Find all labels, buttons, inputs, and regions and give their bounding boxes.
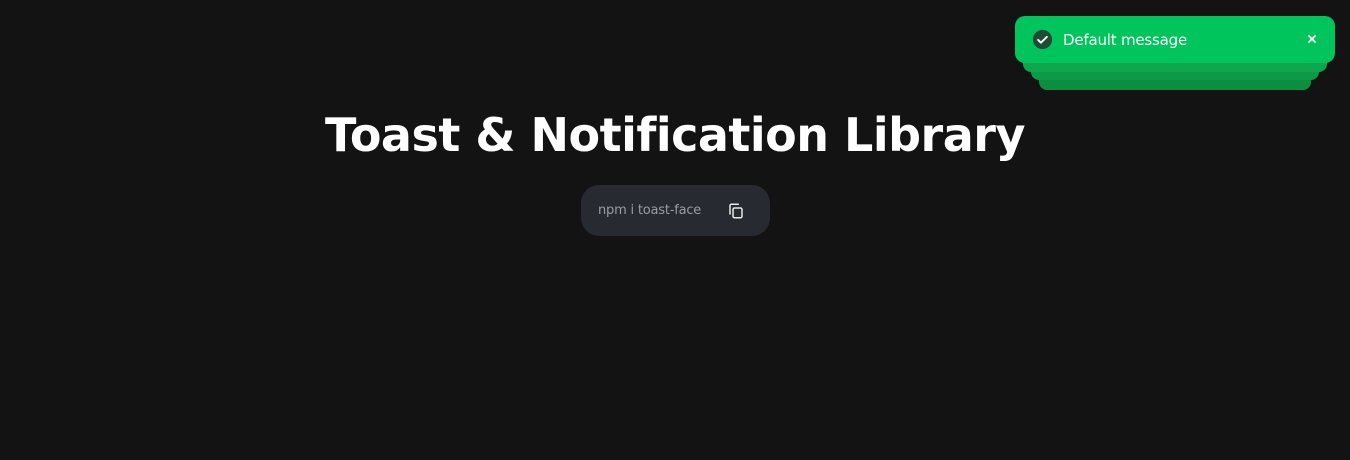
toast-notification[interactable]: Default message bbox=[1015, 16, 1335, 63]
page-title: Toast & Notification Library bbox=[325, 108, 1025, 162]
toast-close-button[interactable] bbox=[1303, 30, 1321, 48]
check-circle-icon bbox=[1032, 29, 1053, 50]
toast-stack: Default message bbox=[1015, 16, 1335, 96]
close-icon bbox=[1308, 35, 1316, 43]
install-command-text: npm i toast-face bbox=[598, 203, 702, 218]
copy-icon bbox=[729, 203, 743, 219]
install-command-box: npm i toast-face bbox=[581, 185, 770, 236]
toast-message: Default message bbox=[1063, 30, 1187, 49]
copy-button[interactable] bbox=[725, 200, 747, 222]
